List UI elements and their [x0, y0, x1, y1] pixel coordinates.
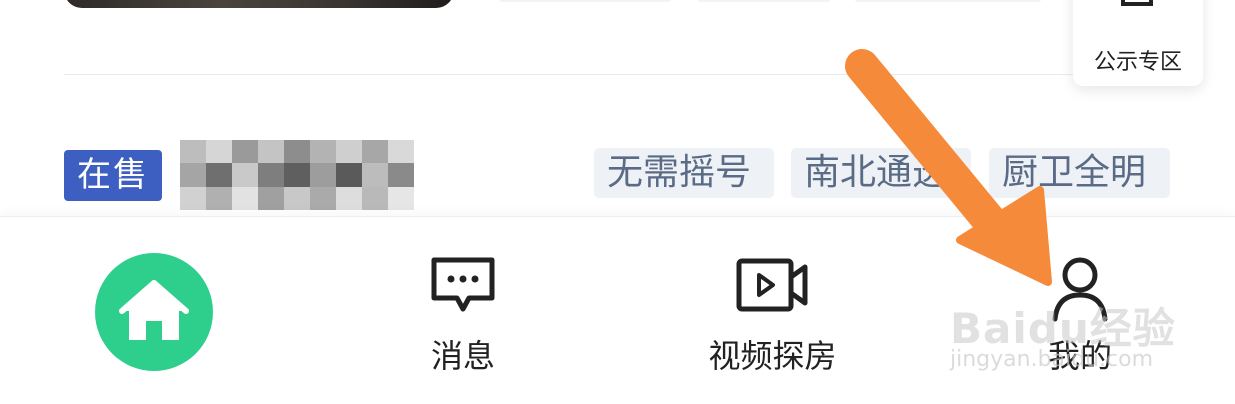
divider — [64, 74, 1174, 75]
notice-zone-button[interactable]: 公示专区 — [1073, 0, 1203, 86]
nav-messages-label: 消息 — [430, 337, 495, 375]
blurred-title — [180, 140, 414, 210]
bottom-nav: 消息 视频探房 我的 — [0, 216, 1235, 404]
nav-video-tour-label: 视频探房 — [708, 337, 837, 375]
status-badge: 在售 — [64, 150, 162, 201]
feature-tag: 无需摇号 — [594, 148, 774, 198]
notice-zone-label: 公示专区 — [1093, 50, 1182, 75]
nav-home-button[interactable] — [95, 253, 213, 371]
nav-messages[interactable]: 消息 — [418, 255, 508, 377]
video-icon — [736, 258, 807, 312]
home-icon — [119, 280, 189, 340]
user-icon — [1052, 257, 1108, 322]
tag-chip — [853, 0, 1043, 2]
nav-video-tour[interactable]: 视频探房 — [700, 255, 845, 377]
document-icon — [1121, 0, 1153, 6]
app-screen: 公示专区 在售 无需摇号 南北通透 厨卫全明 消息 视频探房 我的 Baidu经… — [0, 0, 1235, 404]
feature-tag: 厨卫全明 — [989, 148, 1170, 198]
nav-profile-label: 我的 — [1047, 337, 1112, 375]
feature-tag: 南北通透 — [791, 148, 971, 198]
tag-chip — [497, 0, 673, 2]
nav-profile[interactable]: 我的 — [1035, 255, 1125, 377]
message-icon — [431, 257, 495, 312]
listing-thumbnail[interactable] — [64, 0, 454, 8]
tag-chip — [696, 0, 832, 2]
